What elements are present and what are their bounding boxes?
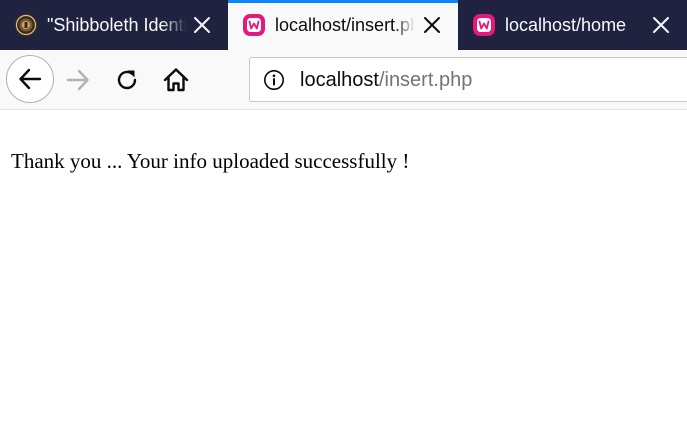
university-seal-icon [14,13,38,37]
tab-shibboleth[interactable]: "Shibboleth Identity Provider [0,0,228,50]
tab-title: "Shibboleth Identity Provider [47,15,187,35]
home-button[interactable] [159,63,193,97]
tab-insert-php[interactable]: localhost/insert.php [228,0,458,50]
tab-home[interactable]: localhost/home [458,0,687,50]
url-text[interactable]: localhost/insert.php [300,68,472,92]
tab-strip: "Shibboleth Identity Provider localhost/… [0,0,687,50]
back-arrow-icon [19,68,42,90]
wampserver-icon [473,14,495,36]
close-tab-icon[interactable] [651,15,671,35]
page-content: Thank you ... Your info uploaded success… [0,111,687,434]
url-bar[interactable]: localhost/insert.php [249,57,687,102]
forward-arrow-icon [66,69,89,91]
forward-button[interactable] [62,64,94,96]
reload-icon [117,70,137,90]
site-info-icon[interactable] [263,69,285,91]
wampserver-icon [243,14,265,36]
tab-title: localhost/home [505,15,627,35]
navigation-toolbar: localhost/insert.php [0,50,687,110]
url-host: localhost [300,69,379,91]
reload-button[interactable] [111,64,143,96]
success-message: Thank you ... Your info uploaded success… [11,149,410,173]
close-tab-icon[interactable] [192,15,212,35]
url-path: /insert.php [378,69,473,91]
home-icon [163,68,189,92]
back-button[interactable] [6,55,54,103]
tab-title: localhost/insert.php [275,15,415,35]
active-tab-indicator [228,0,458,3]
close-tab-icon[interactable] [422,15,442,35]
